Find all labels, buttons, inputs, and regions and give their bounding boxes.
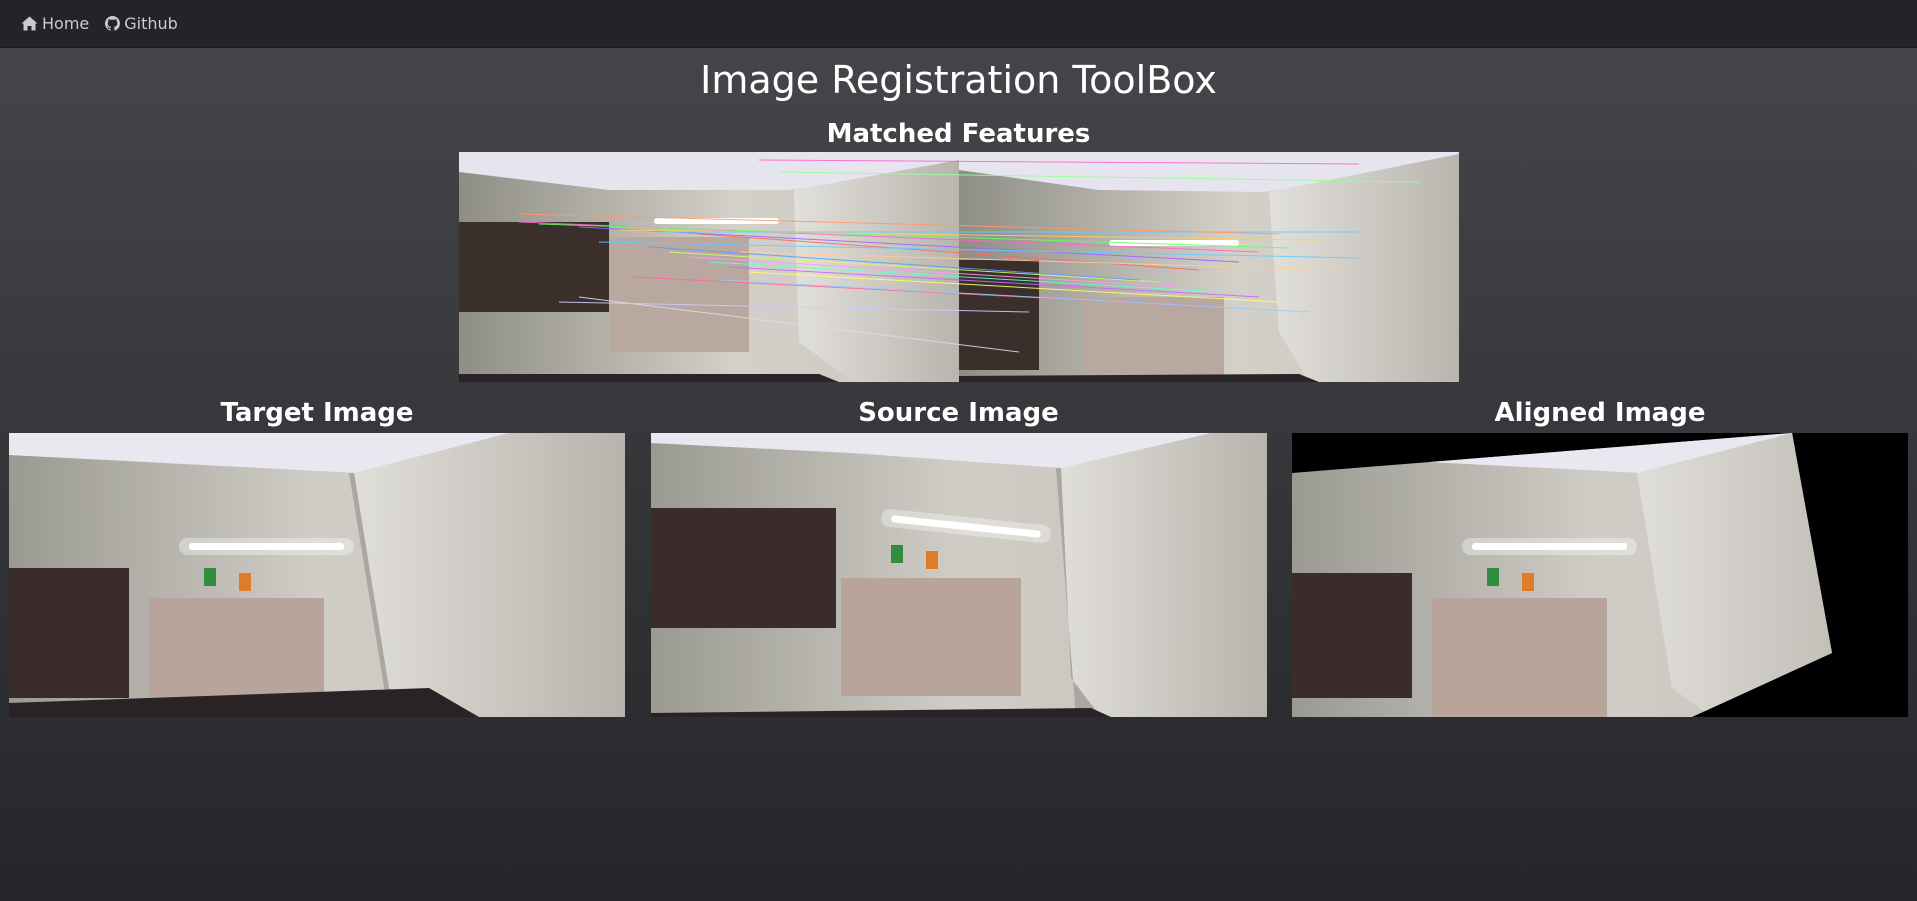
- nav-github-label: Github: [124, 14, 178, 33]
- nav-home-link[interactable]: Home: [21, 14, 89, 33]
- target-image: [9, 433, 625, 717]
- aligned-panel: Aligned Image: [1292, 395, 1908, 717]
- home-icon: [21, 16, 38, 31]
- matched-features-image: [458, 152, 1459, 382]
- matched-left-image: [458, 152, 959, 382]
- aligned-image-title: Aligned Image: [1494, 398, 1706, 428]
- image-panels: Target Image Source Image Aligned Image: [0, 395, 1917, 717]
- top-navbar: Home Github: [0, 0, 1917, 48]
- page-title: Image Registration ToolBox: [700, 58, 1217, 102]
- nav-github-link[interactable]: Github: [105, 14, 178, 33]
- matched-features-title: Matched Features: [826, 119, 1091, 149]
- github-icon: [105, 16, 121, 31]
- aligned-image: [1292, 433, 1908, 717]
- source-image: [650, 433, 1267, 717]
- matched-features-canvas: [458, 152, 1459, 382]
- source-image-title: Source Image: [858, 398, 1059, 428]
- nav-home-label: Home: [42, 14, 90, 33]
- source-panel: Source Image: [650, 395, 1267, 717]
- target-panel: Target Image: [9, 395, 625, 717]
- matched-right-image: [958, 152, 1459, 382]
- target-image-title: Target Image: [220, 398, 414, 428]
